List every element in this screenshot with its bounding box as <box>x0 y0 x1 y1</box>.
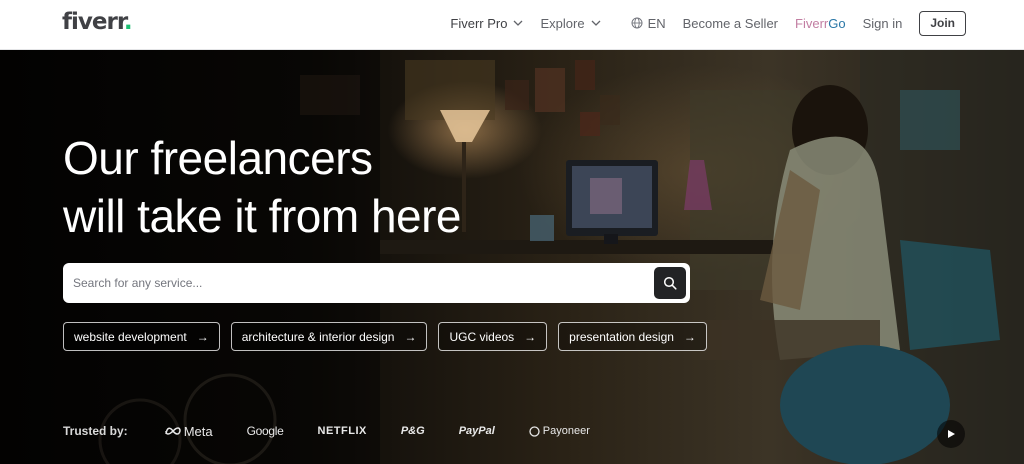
brand-meta: Meta <box>164 423 213 439</box>
arrow-right-icon: → <box>404 329 417 344</box>
logo-dot: . <box>123 9 133 35</box>
chip-presentation-design[interactable]: presentation design → <box>558 322 707 351</box>
fiverr-go-link[interactable]: Fiverr Go <box>795 16 846 31</box>
chip-website-development[interactable]: website development → <box>63 322 220 351</box>
popular-services: website development → architecture & inte… <box>63 322 718 351</box>
top-navigation-bar: fiverr. Fiverr Pro Explore EN Become a S… <box>0 0 1024 50</box>
hero-section: Our freelancers will take it from here w… <box>0 50 1024 464</box>
language-label: EN <box>647 15 666 31</box>
payoneer-logo-icon <box>529 425 540 437</box>
brand-netflix: NETFLIX <box>317 425 367 437</box>
explore-label: Explore <box>540 15 585 31</box>
search-icon <box>663 276 677 290</box>
brand-meta-label: Meta <box>183 423 213 439</box>
join-label: Join <box>930 16 955 30</box>
sign-in-link[interactable]: Sign in <box>863 16 903 31</box>
chevron-down-icon <box>591 20 601 26</box>
become-seller-label: Become a Seller <box>682 15 779 31</box>
headline-line-2: will take it from here <box>63 190 462 242</box>
brand-paypal: PayPal <box>458 425 495 437</box>
brand-payoneer-label: Payoneer <box>542 425 590 437</box>
logo-text: fiverr <box>62 9 125 35</box>
chip-label: architecture & interior design <box>241 329 395 344</box>
trusted-by-bar: Trusted by: Meta Google NETFLIX P&G PayP… <box>63 421 624 441</box>
brand-pg: P&G <box>400 425 425 437</box>
chip-ugc-videos[interactable]: UGC videos → <box>438 322 548 351</box>
fiverr-pro-label: Fiverr Pro <box>450 15 508 31</box>
chip-label: UGC videos <box>449 329 515 344</box>
main-nav: Fiverr Pro Explore EN Become a Seller Fi… <box>450 10 966 36</box>
meta-logo-icon <box>164 427 181 435</box>
search-bar <box>63 263 690 303</box>
brand-payoneer: Payoneer <box>529 425 590 437</box>
become-seller-link[interactable]: Become a Seller <box>683 16 778 31</box>
fiverr-go-label-part2: Go <box>828 15 846 31</box>
arrow-right-icon: → <box>524 329 537 344</box>
arrow-right-icon: → <box>683 329 696 344</box>
globe-icon <box>631 17 643 29</box>
video-play-button[interactable] <box>937 420 965 448</box>
fiverr-logo[interactable]: fiverr. <box>62 9 133 35</box>
search-button[interactable] <box>654 267 686 299</box>
sign-in-label: Sign in <box>862 15 903 31</box>
language-selector[interactable]: EN <box>631 16 666 31</box>
chip-architecture-interior-design[interactable]: architecture & interior design → <box>230 322 428 351</box>
chip-label: website development <box>74 329 187 344</box>
fiverr-go-label-part1: Fiverr <box>795 15 829 31</box>
hero-headline: Our freelancers will take it from here <box>63 129 462 245</box>
trusted-by-label: Trusted by: <box>63 424 128 438</box>
brand-google: Google <box>246 424 284 438</box>
arrow-right-icon: → <box>196 329 209 344</box>
headline-line-1: Our freelancers <box>63 132 373 184</box>
chevron-down-icon <box>514 20 523 26</box>
join-button[interactable]: Join <box>919 10 966 36</box>
chip-label: presentation design <box>569 329 674 344</box>
hero-background-photo <box>0 50 1024 464</box>
explore-menu[interactable]: Explore <box>540 15 601 31</box>
play-icon <box>948 430 955 438</box>
fiverr-pro-menu[interactable]: Fiverr Pro <box>450 16 523 31</box>
search-input[interactable] <box>73 263 653 303</box>
